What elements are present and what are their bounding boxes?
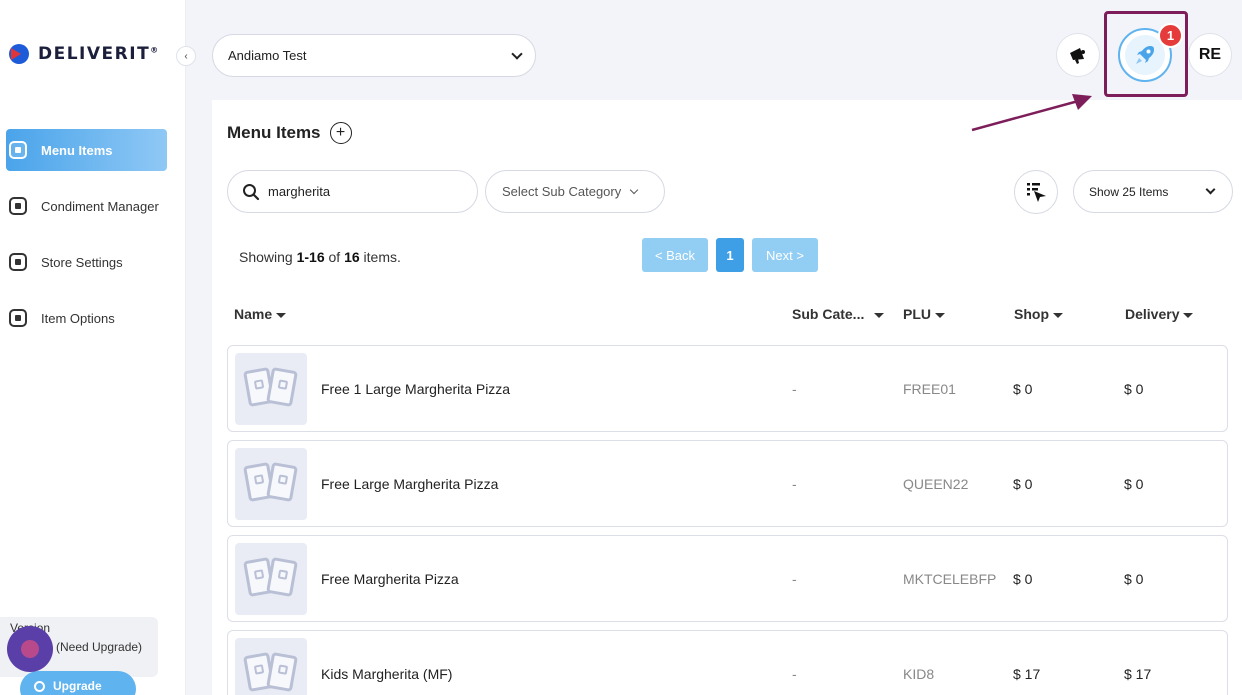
- version-note: (Need Upgrade): [56, 640, 143, 654]
- item-image-placeholder: [235, 543, 307, 615]
- sidebar-item-label: Item Options: [41, 310, 115, 326]
- item-delivery-price: $ 0: [1124, 381, 1144, 397]
- item-image-placeholder: [235, 638, 307, 695]
- chat-icon: [21, 640, 39, 658]
- sidebar-item-label: Store Settings: [41, 254, 123, 270]
- column-header-shop[interactable]: Shop: [1014, 306, 1063, 322]
- chevron-down-icon: [629, 185, 639, 195]
- item-subcategory: -: [792, 666, 797, 682]
- sidebar-item-condiment-manager[interactable]: Condiment Manager: [6, 185, 167, 227]
- table-row[interactable]: Free Margherita Pizza - MKTCELEBFP $ 0 $…: [227, 535, 1228, 622]
- page-title: Menu Items +: [227, 122, 352, 144]
- table-row[interactable]: Free Large Margherita Pizza - QUEEN22 $ …: [227, 440, 1228, 527]
- results-summary: Showing 1-16 of 16 items.: [239, 249, 401, 265]
- megaphone-icon: [1070, 48, 1085, 64]
- main-panel: Menu Items + Select Sub Category Show 25…: [212, 100, 1242, 695]
- chevron-down-icon: [511, 47, 523, 60]
- deliverit-logo-icon: [8, 43, 30, 65]
- image-placeholder-icon: [266, 367, 298, 407]
- sort-caret-icon: [935, 312, 945, 318]
- sidebar-item-store-settings[interactable]: Store Settings: [6, 241, 167, 283]
- sidebar-item-label: Condiment Manager: [41, 198, 159, 214]
- next-page-button[interactable]: Next >: [752, 238, 818, 272]
- item-delivery-price: $ 0: [1124, 476, 1144, 492]
- item-delivery-price: $ 17: [1124, 666, 1152, 682]
- user-avatar[interactable]: RE: [1188, 33, 1232, 77]
- column-header-subcategory[interactable]: Sub Cate...: [792, 306, 885, 322]
- table-row[interactable]: Kids Margherita (MF) - KID8 $ 17 $ 17: [227, 630, 1228, 695]
- item-image-placeholder: [235, 448, 307, 520]
- item-plu: QUEEN22: [903, 476, 969, 492]
- upgrade-label: Upgrade: [53, 679, 102, 693]
- sidebar-item-label: Menu Items: [41, 142, 113, 158]
- subcategory-placeholder: Select Sub Category: [502, 184, 622, 199]
- sort-caret-icon: [874, 312, 885, 318]
- item-delivery-price: $ 0: [1124, 571, 1144, 587]
- store-select-value: Andiamo Test: [228, 48, 307, 63]
- item-shop-price: $ 0: [1013, 476, 1033, 492]
- tutorial-arrow-icon: [971, 94, 1092, 132]
- item-name: Kids Margherita (MF): [321, 666, 453, 682]
- sort-caret-icon: [276, 312, 287, 318]
- item-subcategory: -: [792, 571, 797, 587]
- search-field[interactable]: [227, 170, 478, 213]
- store-icon: [9, 253, 27, 271]
- upgrade-icon: [34, 680, 45, 692]
- announcements-button[interactable]: [1056, 33, 1100, 77]
- collapse-sidebar-button[interactable]: ‹: [176, 46, 196, 66]
- image-placeholder-icon: [266, 462, 298, 502]
- search-input[interactable]: [268, 184, 458, 199]
- brand-name: DELIVERIT®: [38, 44, 159, 64]
- item-plu: MKTCELEBFP: [903, 571, 997, 587]
- chat-widget-button[interactable]: [7, 626, 53, 672]
- item-name: Free 1 Large Margherita Pizza: [321, 381, 511, 397]
- item-plu: FREE01: [903, 381, 956, 397]
- item-image-placeholder: [235, 353, 307, 425]
- item-subcategory: -: [792, 476, 797, 492]
- plus-icon: +: [335, 124, 346, 141]
- menu-book-icon: [9, 141, 27, 159]
- image-placeholder-icon: [266, 652, 298, 692]
- item-name: Free Margherita Pizza: [321, 571, 459, 587]
- column-header-delivery[interactable]: Delivery: [1125, 306, 1194, 322]
- item-shop-price: $ 0: [1013, 571, 1033, 587]
- chevron-down-icon: [1205, 184, 1216, 195]
- subcategory-select[interactable]: Select Sub Category: [485, 170, 665, 213]
- item-shop-price: $ 17: [1013, 666, 1041, 682]
- pagination: < Back 1 Next >: [642, 238, 818, 272]
- item-subcategory: -: [792, 381, 797, 397]
- items-per-page-value: Show 25 Items: [1089, 184, 1169, 199]
- back-page-button[interactable]: < Back: [642, 238, 708, 272]
- page-number-button[interactable]: 1: [716, 238, 744, 272]
- store-select[interactable]: Andiamo Test: [212, 34, 536, 77]
- bottle-icon: [9, 197, 27, 215]
- avatar-initials: RE: [1198, 46, 1222, 63]
- search-icon: [243, 183, 260, 200]
- item-name: Free Large Margherita Pizza: [321, 476, 499, 492]
- filter-list-icon: [1027, 183, 1046, 202]
- sidebar-item-menu-items[interactable]: Menu Items: [6, 129, 167, 171]
- column-header-plu[interactable]: PLU: [903, 306, 945, 322]
- item-shop-price: $ 0: [1013, 381, 1033, 397]
- sidebar: DELIVERIT® Menu Items Condiment Manager …: [0, 0, 186, 695]
- image-placeholder-icon: [266, 557, 298, 597]
- upgrade-button[interactable]: Upgrade: [20, 671, 136, 695]
- column-header-name[interactable]: Name: [234, 306, 287, 322]
- brand-logo[interactable]: DELIVERIT®: [8, 43, 158, 65]
- chevron-left-icon: ‹: [184, 50, 188, 62]
- sidebar-item-item-options[interactable]: Item Options: [6, 297, 167, 339]
- table-row[interactable]: Free 1 Large Margherita Pizza - FREE01 $…: [227, 345, 1228, 432]
- add-menu-item-button[interactable]: +: [329, 122, 352, 144]
- item-plu: KID8: [903, 666, 935, 682]
- tutorial-highlight-box: [1104, 11, 1188, 97]
- sort-caret-icon: [1053, 312, 1063, 318]
- items-per-page-select[interactable]: Show 25 Items: [1073, 170, 1233, 213]
- page-title-text: Menu Items: [227, 123, 321, 142]
- sort-caret-icon: [1183, 312, 1194, 318]
- options-grid-icon: [9, 309, 27, 327]
- filter-button[interactable]: [1014, 170, 1058, 214]
